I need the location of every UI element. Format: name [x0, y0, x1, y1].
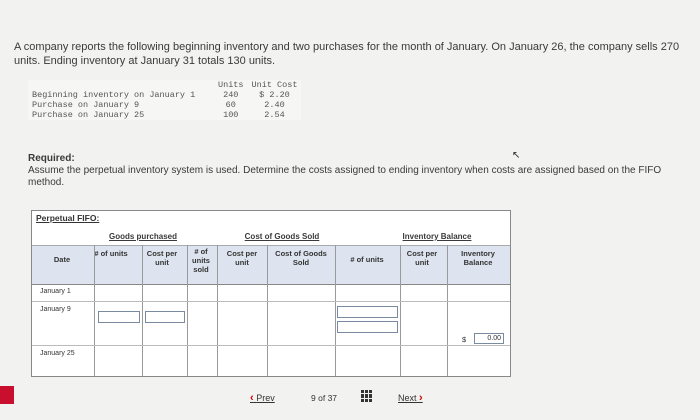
row-units: 240 — [223, 90, 239, 100]
chevron-right-icon: › — [419, 392, 423, 404]
cogs-cost-header: Cost per unit — [226, 249, 258, 267]
balance-units-header: # of units — [350, 255, 384, 264]
cogs-total-header: Cost of Goods Sold — [275, 249, 327, 267]
cogs-group-header: Cost of Goods Sold — [244, 232, 320, 241]
unit-cost-header: Unit Cost — [251, 80, 298, 90]
row-date-label: January 1 — [40, 288, 71, 295]
inventory-balance-header: Inventory Balance — [402, 232, 472, 241]
row-cost: 2.40 — [264, 100, 285, 110]
table-row: Beginning inventory on January 1 240 $ 2… — [28, 90, 301, 100]
table-row — [32, 301, 510, 346]
balance-units-input[interactable] — [337, 306, 398, 318]
question-text: A company reports the following beginnin… — [14, 41, 680, 67]
required-title: Required: — [28, 153, 75, 164]
balance-units-input[interactable] — [337, 321, 398, 333]
table-row: Purchase on January 9 60 2.40 — [28, 100, 301, 110]
purchase-cost-input[interactable] — [145, 311, 185, 323]
row-label: Purchase on January 25 — [32, 110, 145, 120]
balance-total-header: Inventory Balance — [461, 249, 495, 267]
chevron-left-icon: ‹ — [250, 392, 254, 404]
units-header: Units — [218, 80, 244, 90]
row-cost: $ 2.20 — [259, 90, 290, 100]
grid-icon[interactable] — [361, 390, 373, 402]
row-cost: 2.54 — [264, 110, 285, 120]
prev-button[interactable]: ‹ Prev — [250, 392, 275, 404]
row-units: 100 — [223, 110, 239, 120]
row-label: Beginning inventory on January 1 — [32, 90, 196, 100]
purchased-units-header: # of units — [94, 249, 128, 258]
prev-label: Prev — [256, 393, 275, 403]
row-units: 60 — [225, 100, 236, 110]
inventory-data-table: Units Unit Cost Beginning inventory on J… — [28, 80, 302, 120]
sold-units-header: # of units sold — [192, 247, 210, 274]
next-label: Next — [398, 393, 417, 403]
total-pages: 37 — [327, 393, 338, 403]
table-row — [32, 283, 510, 302]
row-date-label: January 9 — [40, 306, 71, 313]
inventory-balance-value[interactable]: 0.00 — [474, 333, 504, 344]
of-label: of — [318, 393, 326, 403]
next-button[interactable]: Next › — [398, 392, 423, 404]
blank-header — [28, 80, 214, 90]
table-row — [32, 345, 510, 376]
page-indicator: 9 of 37 — [311, 393, 337, 403]
required-section: Required: Assume the perpetual inventory… — [28, 153, 688, 189]
fifo-worksheet: Perpetual FIFO: Goods purchased Cost of … — [31, 210, 511, 377]
pagination-footer: ‹ Prev 9 of 37 Next › — [0, 380, 700, 420]
goods-purchased-header: Goods purchased — [108, 232, 177, 241]
date-col-header: Date — [53, 255, 71, 264]
table-row: Purchase on January 25 100 2.54 — [28, 110, 301, 120]
required-text: Assume the perpetual inventory system is… — [28, 165, 662, 188]
purchase-units-input[interactable] — [98, 311, 140, 323]
worksheet-title: Perpetual FIFO: — [36, 213, 100, 223]
purchased-cost-header: Cost per unit — [146, 249, 178, 267]
currency-symbol: $ — [462, 335, 467, 344]
row-date-label: January 25 — [40, 350, 75, 357]
row-label: Purchase on January 9 — [32, 100, 140, 110]
balance-cost-header: Cost per unit — [406, 249, 438, 267]
mouse-cursor-icon: ↖ — [512, 150, 521, 161]
current-page: 9 — [311, 393, 316, 403]
